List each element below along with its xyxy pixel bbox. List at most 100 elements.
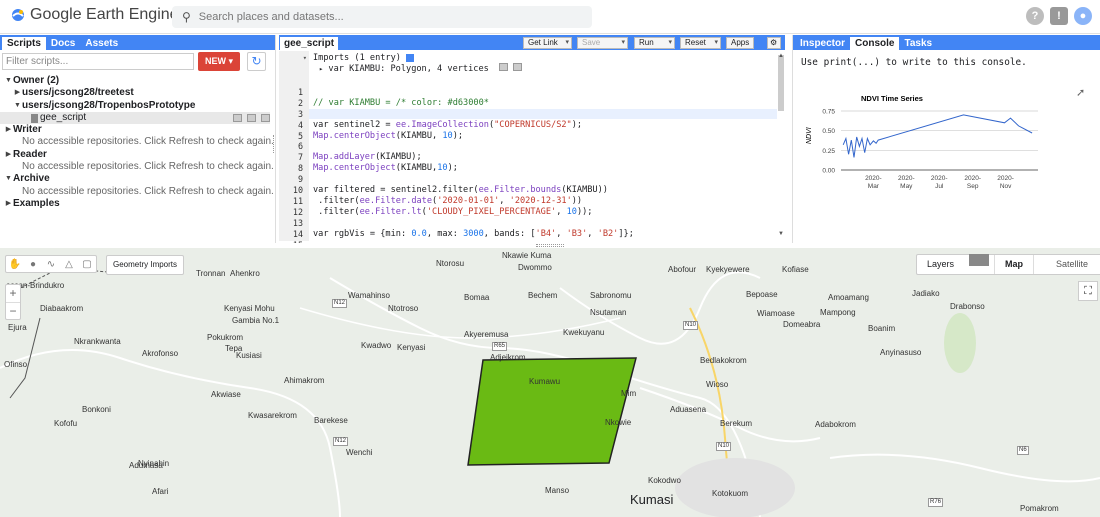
search-input[interactable]: ⚲ Search places and datasets... xyxy=(172,6,592,28)
imports-toggle-icon[interactable] xyxy=(406,53,415,62)
avatar[interactable]: ● xyxy=(1074,7,1092,25)
tree-row[interactable]: No accessible repositories. Click Refres… xyxy=(0,161,274,173)
place-label: Ahenkro xyxy=(230,269,260,278)
caret-down-icon[interactable]: ▼ xyxy=(13,100,22,112)
editor-tab[interactable]: gee_script xyxy=(280,37,339,50)
zoom-in-button[interactable]: + xyxy=(6,285,20,302)
help-icon[interactable]: ? xyxy=(1026,7,1044,25)
road-shield: N12 xyxy=(332,299,348,308)
code-line[interactable]: var filtered = sentinel2.filter(ee.Filte… xyxy=(313,185,608,195)
code-line[interactable]: Map.addLayer(KIAMBU); xyxy=(313,152,422,162)
caret-down-icon[interactable]: ▼ xyxy=(4,173,13,185)
tab-inspector[interactable]: Inspector xyxy=(795,37,850,50)
filter-scripts-input[interactable]: Filter scripts... xyxy=(2,53,194,70)
tab-assets[interactable]: Assets xyxy=(80,37,123,50)
scroll-up-icon[interactable]: ▲ xyxy=(778,53,784,59)
caret-down-icon[interactable]: ▼ xyxy=(4,75,13,87)
ndvi-chart[interactable]: NDVI Time Series NDVI 0.75 0.50 0.25 0.00 2020… xyxy=(801,89,1100,229)
run-button[interactable]: Run ▾ xyxy=(634,37,675,49)
tree-row[interactable]: ▶ users/jcsong28/treetest xyxy=(0,87,274,99)
refresh-button[interactable]: ↻ xyxy=(247,52,266,71)
import-kiambu[interactable]: ▸ var KIAMBU: Polygon, 4 vertices xyxy=(319,63,522,74)
satellite-button[interactable]: Satellite xyxy=(1033,255,1100,274)
code-line[interactable]: Map.centerObject(KIAMBU,10); xyxy=(313,163,458,173)
imports-title: Imports (1 entry) xyxy=(313,53,401,63)
caret-right-icon[interactable]: ▶ xyxy=(4,149,13,161)
map-button[interactable]: Map xyxy=(994,255,1033,274)
line-tool-icon[interactable]: ∿ xyxy=(42,256,60,272)
tree-label: Writer xyxy=(13,124,42,136)
chart-xtick: 2020- xyxy=(964,175,981,182)
caret-right-icon[interactable]: ▶ xyxy=(13,87,22,99)
panel-resize-handle[interactable] xyxy=(273,135,276,153)
tab-scripts[interactable]: Scripts xyxy=(2,37,46,50)
layers-toggle[interactable] xyxy=(969,254,989,266)
file-icon xyxy=(31,113,38,123)
tree-row[interactable]: ▶ Writer xyxy=(0,124,274,136)
map-resize-handle[interactable] xyxy=(536,244,564,247)
delete-script-icon[interactable] xyxy=(261,114,270,123)
code-line[interactable]: .filter(ee.Filter.date('2020-01-01', '20… xyxy=(313,196,582,206)
place-label: Kotokuom xyxy=(712,489,749,498)
road-shield: N10 xyxy=(683,321,699,330)
imports-header[interactable]: Imports (1 entry) xyxy=(313,53,415,63)
code-line[interactable]: Map.centerObject(KIAMBU, 10); xyxy=(313,131,463,141)
tree-row[interactable]: ▼ users/jcsong28/TropenbosPrototype xyxy=(0,100,274,112)
imports-fold-icon[interactable]: ▾ xyxy=(279,53,307,63)
place-label: Berekum xyxy=(720,419,753,428)
polygon-tool-icon[interactable]: △ xyxy=(60,256,78,272)
open-chart-icon[interactable]: ➚ xyxy=(1076,86,1085,99)
kiambu-polygon[interactable] xyxy=(467,357,637,466)
fullscreen-icon[interactable]: ⛶ xyxy=(1078,281,1098,301)
tab-docs[interactable]: Docs xyxy=(46,37,80,50)
delete-import-icon[interactable] xyxy=(512,63,522,71)
hand-tool-icon[interactable]: ✋ xyxy=(6,256,24,272)
place-label: Kyekyewere xyxy=(706,265,750,274)
get-link-button[interactable]: Get Link ▾ xyxy=(523,37,572,49)
tree-row[interactable]: ▼ Archive xyxy=(0,173,274,185)
caret-right-icon[interactable]: ▶ xyxy=(4,124,13,136)
code-line[interactable]: // var KIAMBU = /* color: #d63000* xyxy=(313,98,489,108)
settings-gear-icon[interactable]: ⚙ xyxy=(767,37,781,49)
chart-xtick: 2020- xyxy=(931,175,948,182)
tree-row[interactable]: No accessible repositories. Click Refres… xyxy=(0,136,274,148)
tree-row[interactable]: gee_script xyxy=(0,111,270,125)
rectangle-tool-icon[interactable]: ▢ xyxy=(78,256,96,272)
geometry-imports-button[interactable]: Geometry Imports xyxy=(106,255,185,275)
code-line[interactable]: var sentinel2 = ee.ImageCollection("COPE… xyxy=(313,120,582,130)
place-label: Bonkoni xyxy=(82,405,111,414)
marker-tool-icon[interactable]: ● xyxy=(24,256,42,272)
chart-xtick: Nov xyxy=(1000,183,1012,190)
gee-logo[interactable]: Google Earth Engine xyxy=(10,6,179,24)
chart-title: NDVI Time Series xyxy=(861,94,923,103)
code-line[interactable]: .filter(ee.Filter.lt('CLOUDY_PIXEL_PERCE… xyxy=(313,207,592,217)
code-area[interactable]: ▾ Imports (1 entry) ▸ var KIAMBU: Polygo… xyxy=(279,51,777,243)
tab-tasks[interactable]: Tasks xyxy=(899,37,937,50)
editor-scrollbar[interactable] xyxy=(778,55,784,111)
view-import-icon[interactable] xyxy=(498,63,508,71)
code-line[interactable]: var rgbVis = {min: 0.0, max: 3000, bands… xyxy=(313,229,634,239)
zoom-out-button[interactable]: − xyxy=(6,302,20,319)
edit-script-icon[interactable] xyxy=(247,114,256,123)
tree-row[interactable]: No accessible repositories. Click Refres… xyxy=(0,186,274,198)
gee-logo-icon xyxy=(12,9,24,21)
line-number: 8 xyxy=(297,163,303,174)
feedback-icon[interactable]: ! xyxy=(1050,7,1068,25)
save-button[interactable]: Save ▾ xyxy=(577,37,628,49)
scroll-down-icon[interactable]: ▼ xyxy=(778,231,784,237)
tree-row[interactable]: ▶ Examples xyxy=(0,198,274,210)
tree-row[interactable]: ▼ Owner (2) xyxy=(0,75,274,87)
map-view[interactable]: Nkawie Kuma Dwommo Abofour Kyekyewere Kofias… xyxy=(0,248,1100,517)
tree-row[interactable]: ▶ Reader xyxy=(0,149,274,161)
apps-button[interactable]: Apps xyxy=(726,37,754,49)
tab-console[interactable]: Console xyxy=(850,37,900,50)
place-label: Kokodwo xyxy=(648,476,681,485)
tree-label: gee_script xyxy=(40,111,87,123)
caret-right-icon[interactable]: ▶ xyxy=(4,198,13,210)
place-label: Wiamoase xyxy=(757,309,795,318)
script-info-icon[interactable] xyxy=(233,114,242,123)
place-label: Bomaa xyxy=(464,293,490,302)
new-script-button[interactable]: NEW ▾ xyxy=(198,52,240,71)
place-label: Nsutaman xyxy=(590,308,627,317)
reset-button[interactable]: Reset ▾ xyxy=(680,37,721,49)
